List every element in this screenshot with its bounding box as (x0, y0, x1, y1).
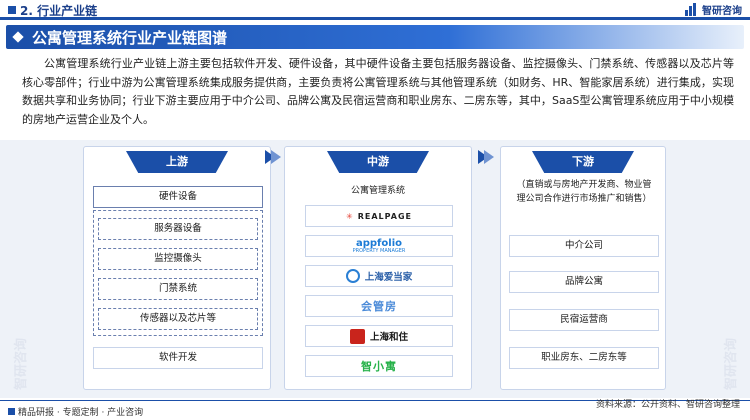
brand-logo: 智研咨询 (685, 2, 742, 17)
title-banner: 公寓管理系统行业产业链图谱 (6, 25, 744, 49)
footer-tagline: 精品研报 · 专题定制 · 产业咨询 (8, 405, 143, 418)
footer-tagline-text: 精品研报 · 专题定制 · 产业咨询 (18, 408, 144, 418)
brand-apartment-box: 品牌公寓 (509, 271, 659, 293)
watermark: 智研咨询 (14, 337, 29, 390)
intro-paragraph: 公寓管理系统行业产业链上游主要包括软件开发、硬件设备，其中硬件设备主要包括服务器… (22, 57, 734, 126)
downstream-title: 下游 (532, 151, 634, 173)
hezhu-logo-text: 上海和住 (369, 332, 408, 343)
header-rule (0, 17, 750, 20)
arrow-right-icon (265, 150, 281, 164)
hezhu-logo: 上海和住 (305, 325, 453, 347)
hardware-box: 硬件设备 (93, 186, 263, 208)
realpage-star-icon: ✳ (346, 211, 353, 221)
diamond-icon (12, 31, 24, 43)
sensor-chip-box: 传感器以及芯片等 (98, 308, 258, 330)
realpage-logo-text: REALPAGE (357, 211, 412, 221)
brand-name: 智研咨询 (702, 6, 742, 17)
aidangjia-logo: 上海爱当家 (305, 265, 453, 287)
zhixiaoyu-logo-text: 智小寓 (361, 360, 397, 373)
section-heading-text: 2. 行业产业链 (20, 4, 98, 18)
square-bullet-icon (8, 6, 16, 14)
agency-box: 中介公司 (509, 235, 659, 257)
software-dev-box: 软件开发 (93, 347, 263, 369)
arrow-right-icon (478, 150, 494, 164)
midstream-card: 中游 公寓管理系统 ✳ REALPAGE appfolio PROPERTY M… (284, 146, 472, 390)
appfolio-subtitle: PROPERTY MANAGER (352, 248, 406, 254)
bar-chart-logo-icon (685, 3, 699, 16)
industry-chain-diagram: 上游 硬件设备 服务器设备 监控摄像头 门禁系统 传感器以及芯片等 软件开发 中… (0, 140, 750, 398)
appfolio-logo: appfolio PROPERTY MANAGER (305, 235, 453, 257)
downstream-note: （直销或与房地产开发商、物业管理公司合作进行市场推广和销售） (516, 180, 652, 204)
surveillance-camera-box: 监控摄像头 (98, 248, 258, 270)
downstream-card: 下游 （直销或与房地产开发商、物业管理公司合作进行市场推广和销售） 中介公司 品… (500, 146, 666, 390)
house-logo-icon (349, 328, 365, 344)
landlord-box: 职业房东、二房东等 (509, 347, 659, 369)
zhixiaoyu-logo: 智小寓 (305, 355, 453, 377)
watermark: 智研咨询 (724, 337, 739, 390)
midstream-title: 中游 (327, 151, 429, 173)
page-title: 公寓管理系统行业产业链图谱 (32, 29, 228, 47)
midstream-label: 公寓管理系统 (350, 186, 405, 196)
server-equipment-box: 服务器设备 (98, 218, 258, 240)
homestay-operator-box: 民宿运营商 (509, 309, 659, 331)
drop-logo-icon (345, 269, 360, 283)
aidangjia-logo-text: 上海爱当家 (364, 272, 413, 283)
huiguanfang-logo: 会管房 (305, 295, 453, 317)
realpage-logo: ✳ REALPAGE (305, 205, 453, 227)
square-bullet-icon (8, 408, 15, 415)
upstream-card: 上游 硬件设备 服务器设备 监控摄像头 门禁系统 传感器以及芯片等 软件开发 (83, 146, 271, 390)
upstream-title: 上游 (126, 151, 228, 173)
huiguanfang-logo-text: 会管房 (361, 300, 397, 313)
source-note: 资料来源：公开资料、智研咨询整理 (595, 400, 740, 410)
access-control-box: 门禁系统 (98, 278, 258, 300)
